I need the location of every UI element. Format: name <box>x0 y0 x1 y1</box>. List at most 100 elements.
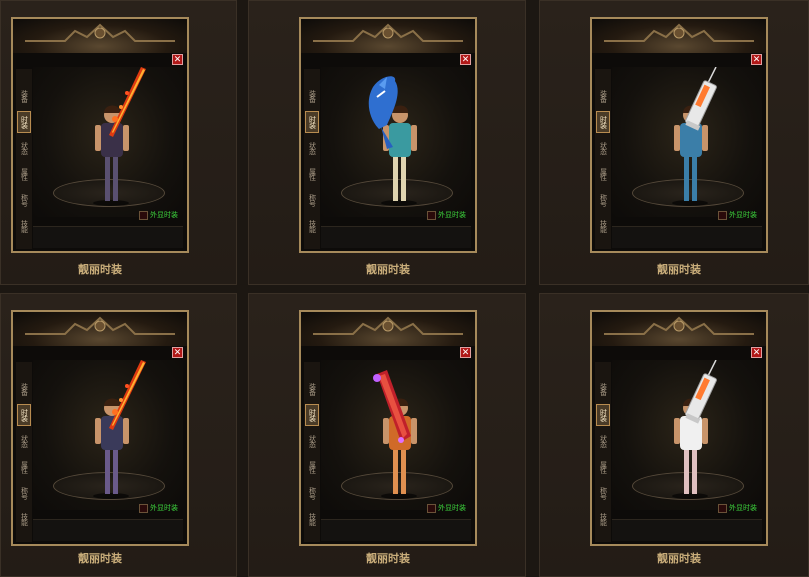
fashion-checkbox[interactable] <box>427 210 436 220</box>
close-button[interactable]: ✕ <box>460 54 471 65</box>
fashion-card: ✕ 装备时装状态属性称号技能 外显时装 靓丽时装 <box>539 293 809 577</box>
fashion-label: 外显时装 <box>438 504 466 512</box>
character-panel: ✕ 装备时装状态属性称号技能 外显时装 <box>11 17 189 253</box>
panel-footer <box>321 519 471 541</box>
fashion-card: ✕ 装备 时装 状态 属性 称号 技能 外显时装 靓丽时装 <box>0 293 237 577</box>
card-caption: 靓丽时装 <box>78 263 122 276</box>
tab-5[interactable]: 技能 <box>596 508 610 530</box>
tab-0[interactable]: 装备 <box>305 378 319 400</box>
tab-4[interactable]: 称号 <box>596 189 610 211</box>
panel-footer <box>612 226 762 248</box>
tab-5[interactable]: 技能 <box>305 215 319 237</box>
character-stage <box>612 360 762 510</box>
side-tabs: 装备时装状态属性称号技能 <box>16 362 32 542</box>
tab-0[interactable]: 装备 <box>596 378 610 400</box>
fashion-toggle-row[interactable]: 外显时装 <box>427 209 466 221</box>
card-caption: 靓丽时装 <box>657 263 701 276</box>
tab-2[interactable]: 状态 <box>596 430 610 452</box>
tab-3[interactable]: 属性 <box>17 163 31 185</box>
close-button[interactable]: ✕ <box>172 347 183 358</box>
fashion-toggle-row[interactable]: 外显时装 <box>427 502 466 514</box>
dragon-ornament-icon <box>313 316 463 335</box>
character-panel: ✕ 装备时装状态属性称号技能 外显时装 <box>299 310 477 546</box>
panel-footer <box>33 226 183 248</box>
tab-0[interactable]: 装备 <box>17 85 31 107</box>
close-button[interactable]: ✕ <box>172 54 183 65</box>
fashion-checkbox[interactable] <box>718 210 727 220</box>
fashion-checkbox[interactable] <box>139 503 148 513</box>
fashion-toggle-row[interactable]: 外显时装 <box>718 502 757 514</box>
tab-5[interactable]: 技能 <box>596 215 610 237</box>
dragon-ornament-icon <box>25 316 175 335</box>
tab-1[interactable]: 时装 <box>17 404 31 426</box>
character-figure <box>93 360 146 499</box>
panel-header <box>13 312 187 346</box>
character-stage <box>33 67 183 217</box>
character-stage <box>33 360 183 510</box>
fashion-card: ✕ 装备时装状态属性称号技能 外显时装 靓丽时装 <box>248 293 526 577</box>
character-figure <box>373 370 417 499</box>
card-caption: 靓丽时装 <box>366 552 410 565</box>
tab-2[interactable]: 状态 <box>17 137 31 159</box>
fashion-label: 外显时装 <box>438 211 466 219</box>
tab-2[interactable]: 状态 <box>305 137 319 159</box>
dragon-ornament-icon <box>25 23 175 42</box>
syringe-weapon <box>685 67 717 131</box>
tab-0[interactable]: 装备 <box>305 85 319 107</box>
character-figure <box>672 360 717 499</box>
fashion-checkbox[interactable] <box>718 503 727 513</box>
tab-3[interactable]: 属性 <box>305 456 319 478</box>
character-figure <box>672 67 717 206</box>
card-caption: 靓丽时装 <box>366 263 410 276</box>
tab-4[interactable]: 称号 <box>596 482 610 504</box>
tab-4[interactable]: 称号 <box>305 482 319 504</box>
fashion-checkbox[interactable] <box>427 503 436 513</box>
character-stage <box>321 67 471 217</box>
character-figure <box>368 76 417 206</box>
tab-5[interactable]: 技能 <box>17 508 31 530</box>
tab-2[interactable]: 状态 <box>596 137 610 159</box>
character-panel: ✕ 装备时装状态属性称号技能 外显时装 <box>299 17 477 253</box>
close-button[interactable]: ✕ <box>460 347 471 358</box>
character-panel: ✕ 装备时装状态属性称号技能 外显时装 <box>590 17 768 253</box>
close-button[interactable]: ✕ <box>751 54 762 65</box>
panel-header <box>301 312 475 346</box>
tab-3[interactable]: 属性 <box>596 163 610 185</box>
fashion-toggle-row[interactable]: 外显时装 <box>718 209 757 221</box>
tab-4[interactable]: 称号 <box>17 189 31 211</box>
tab-5[interactable]: 技能 <box>305 508 319 530</box>
fashion-label: 外显时装 <box>729 504 757 512</box>
card-caption: 靓丽时装 <box>657 552 701 565</box>
tab-1[interactable]: 时装 <box>305 404 319 426</box>
panel-footer <box>33 519 183 541</box>
tab-0[interactable]: 装备 <box>17 378 31 400</box>
fashion-checkbox[interactable] <box>139 210 148 220</box>
panel-header <box>301 19 475 53</box>
panel-header <box>592 19 766 53</box>
character-figure <box>93 67 146 206</box>
tab-4[interactable]: 称号 <box>17 482 31 504</box>
fashion-toggle-row[interactable]: 外显时装 <box>139 502 178 514</box>
fashion-card: ✕ 装备时装状态属性称号技能 外显时装 靓丽时装 <box>0 0 237 285</box>
tab-2[interactable]: 状态 <box>305 430 319 452</box>
tab-1[interactable]: 时装 <box>17 111 31 133</box>
tab-5[interactable]: 技能 <box>17 215 31 237</box>
tab-0[interactable]: 装备 <box>596 85 610 107</box>
side-tabs: 装备时装状态属性称号技能 <box>304 362 320 542</box>
character-panel: ✕ 装备时装状态属性称号技能 外显时装 <box>590 310 768 546</box>
tab-3[interactable]: 属性 <box>596 456 610 478</box>
side-tabs: 装备时装状态属性称号技能 <box>595 362 611 542</box>
tab-4[interactable]: 称号 <box>305 189 319 211</box>
tab-1[interactable]: 时装 <box>596 111 610 133</box>
tab-2[interactable]: 状态 <box>17 430 31 452</box>
tab-3[interactable]: 属性 <box>305 163 319 185</box>
tab-3[interactable]: 属性 <box>17 456 31 478</box>
fashion-label: 外显时装 <box>729 211 757 219</box>
fashion-toggle-row[interactable]: 外显时装 <box>139 209 178 221</box>
dragon-ornament-icon <box>604 316 754 335</box>
fashion-label: 外显时装 <box>150 504 178 512</box>
tab-1[interactable]: 时装 <box>305 111 319 133</box>
tab-1[interactable]: 时装 <box>596 404 610 426</box>
close-button[interactable]: ✕ <box>751 347 762 358</box>
panel-footer <box>321 226 471 248</box>
